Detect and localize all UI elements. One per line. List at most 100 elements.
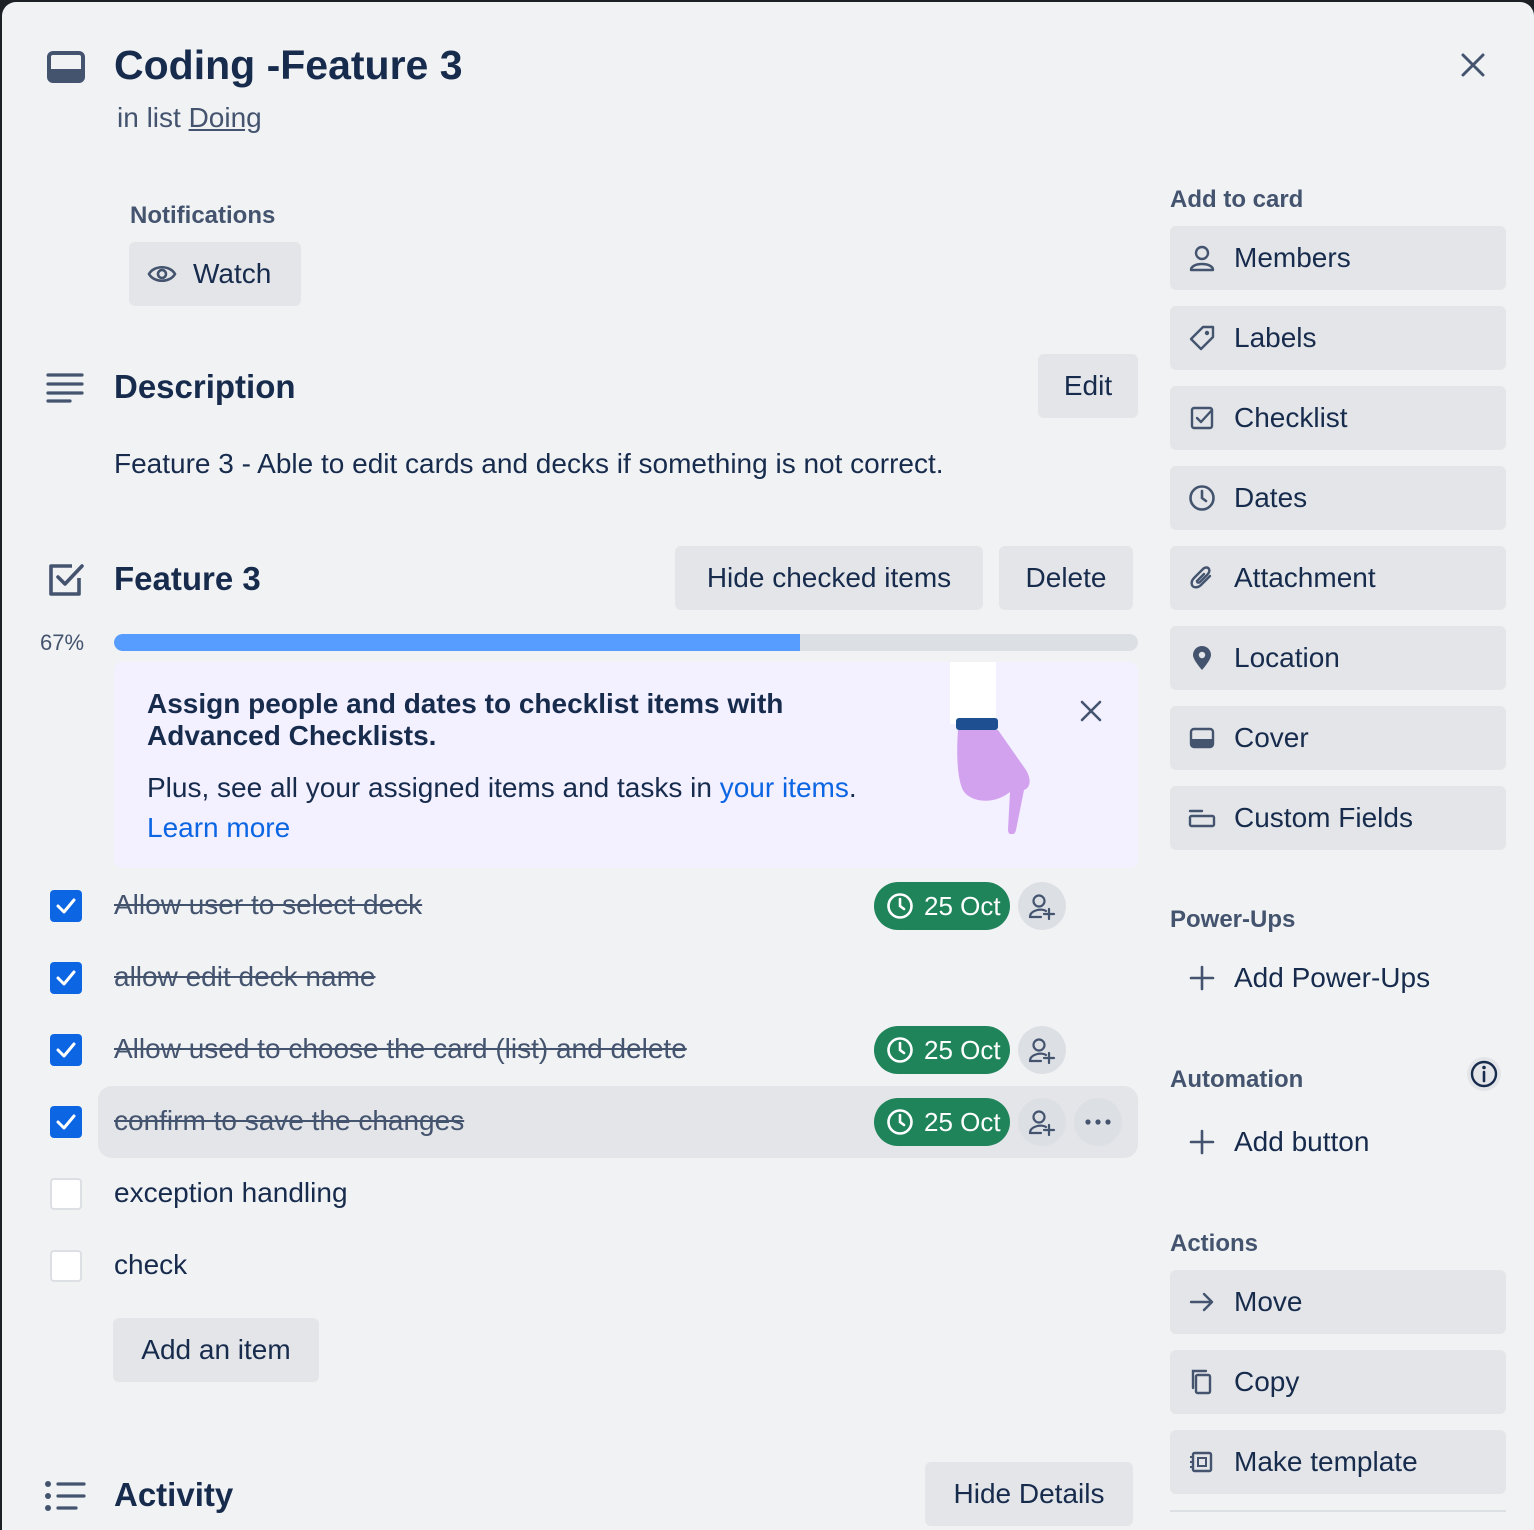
person-icon [1188, 244, 1216, 272]
in-list-prefix: in list [117, 102, 181, 133]
actions-heading: Actions [1170, 1230, 1259, 1257]
add-to-card-button-label: Custom Fields [1234, 802, 1413, 833]
assign-member-button[interactable] [1018, 882, 1066, 930]
checklist-title[interactable]: Feature 3 [114, 560, 261, 598]
progress-percent: 67% [40, 630, 85, 655]
template-icon [1188, 1448, 1216, 1476]
progress-bar [114, 634, 1138, 651]
add-to-card-button-label: Attachment [1234, 562, 1376, 593]
arrow-right-icon [1188, 1288, 1216, 1316]
hide-details-button[interactable]: Hide Details [925, 1462, 1133, 1526]
description-text[interactable]: Feature 3 - Able to edit cards and decks… [114, 448, 944, 480]
checklist-item-checkbox[interactable] [50, 1034, 82, 1066]
due-date-badge[interactable]: 25 Oct [874, 882, 1010, 930]
checklist-item-checkbox[interactable] [50, 962, 82, 994]
item-more-button[interactable] [1074, 1098, 1122, 1146]
card-title[interactable]: Coding -Feature 3 [114, 42, 463, 89]
card-icon [46, 50, 86, 86]
close-promo-icon[interactable] [1080, 700, 1102, 722]
close-button[interactable] [1450, 42, 1496, 88]
checklist-item-text[interactable]: confirm to save the changes [114, 1105, 464, 1137]
checklist-item-checkbox[interactable] [50, 1250, 82, 1282]
copy-icon [1188, 1368, 1216, 1396]
due-date-badge[interactable]: 25 Oct [874, 1026, 1010, 1074]
action-copy-button[interactable]: Copy [1170, 1350, 1506, 1414]
assign-member-button[interactable] [1018, 1098, 1066, 1146]
due-date-text: 25 Oct [924, 891, 1001, 921]
description-icon [46, 372, 84, 404]
plus-icon [1188, 1128, 1216, 1156]
custom-fields-icon [1188, 804, 1216, 832]
checklist-item-text[interactable]: Allow used to choose the card (list) and… [114, 1033, 687, 1065]
info-icon[interactable] [1466, 1056, 1502, 1092]
power-ups-heading: Power-Ups [1170, 906, 1296, 933]
notifications-heading: Notifications [130, 202, 276, 229]
promo-body-prefix: Plus, see all your assigned items and ta… [147, 772, 712, 803]
add-to-card-button-label: Checklist [1234, 402, 1348, 433]
checklist-item-text[interactable]: exception handling [114, 1177, 348, 1209]
hide-checked-items-button[interactable]: Hide checked items [675, 546, 983, 610]
activity-heading: Activity [114, 1476, 234, 1513]
eye-icon [147, 262, 177, 286]
list-breadcrumb: in list Doing [117, 102, 262, 134]
add-to-card-button-label: Labels [1234, 322, 1317, 353]
promo-body: Plus, see all your assigned items and ta… [147, 772, 857, 804]
due-date-text: 25 Oct [924, 1107, 1001, 1137]
automation-heading: Automation [1170, 1066, 1304, 1093]
action-make-template-button[interactable]: Make template [1170, 1430, 1506, 1494]
add-member-icon [1028, 1036, 1056, 1064]
watch-button[interactable]: Watch [129, 242, 301, 306]
learn-more-link[interactable]: Learn more [147, 812, 290, 844]
clock-icon [886, 892, 914, 920]
card-detail-modal: Coding -Feature 3 in list Doing Notifica… [2, 2, 1534, 1530]
add-to-card-cover-button[interactable]: Cover [1170, 706, 1506, 770]
tag-icon [1188, 324, 1216, 352]
add-power-ups-button[interactable]: Add Power-Ups [1170, 946, 1506, 1010]
add-to-card-heading: Add to card [1170, 186, 1304, 213]
checklist-item-text[interactable]: allow edit deck name [114, 961, 375, 993]
action-button-label: Make template [1234, 1446, 1418, 1477]
add-to-card-custom-fields-button[interactable]: Custom Fields [1170, 786, 1506, 850]
action-button-label: Move [1234, 1286, 1303, 1317]
checklist-icon [46, 560, 86, 600]
more-dots-icon [1084, 1118, 1112, 1126]
add-item-button[interactable]: Add an item [113, 1318, 319, 1382]
list-link[interactable]: Doing [189, 102, 262, 133]
add-member-icon [1028, 892, 1056, 920]
checklist-item-text[interactable]: check [114, 1249, 187, 1281]
delete-checklist-button[interactable]: Delete [999, 546, 1133, 610]
add-button-label: Add button [1234, 1126, 1370, 1157]
due-date-badge[interactable]: 25 Oct [874, 1098, 1010, 1146]
your-items-link[interactable]: your items [720, 772, 849, 803]
clock-icon [886, 1108, 914, 1136]
add-automation-button[interactable]: Add button [1170, 1110, 1506, 1174]
add-to-card-members-button[interactable]: Members [1170, 226, 1506, 290]
assign-member-button[interactable] [1018, 1026, 1066, 1074]
sidebar-divider [1170, 1510, 1506, 1512]
add-to-card-button-label: Dates [1234, 482, 1308, 513]
checkbox-icon [1188, 404, 1216, 432]
add-to-card-attachment-button[interactable]: Attachment [1170, 546, 1506, 610]
clock-icon [1188, 484, 1216, 512]
add-to-card-location-button[interactable]: Location [1170, 626, 1506, 690]
clock-icon [886, 1036, 914, 1064]
checklist-item-text[interactable]: Allow user to select deck [114, 889, 422, 921]
add-to-card-dates-button[interactable]: Dates [1170, 466, 1506, 530]
add-member-icon [1028, 1108, 1056, 1136]
add-to-card-checklist-button[interactable]: Checklist [1170, 386, 1506, 450]
edit-description-button[interactable]: Edit [1038, 354, 1138, 418]
checklist-item-checkbox[interactable] [50, 1178, 82, 1210]
add-to-card-button-label: Location [1234, 642, 1340, 673]
add-to-card-labels-button[interactable]: Labels [1170, 306, 1506, 370]
advanced-checklists-promo: Assign people and dates to checklist ite… [114, 662, 1138, 868]
action-move-button[interactable]: Move [1170, 1270, 1506, 1334]
checklist-item-checkbox[interactable] [50, 890, 82, 922]
progress-bar-fill [114, 634, 801, 651]
activity-icon [44, 1480, 86, 1512]
card-cover-icon [1188, 724, 1216, 752]
pointing-hand-illustration [936, 662, 1046, 834]
promo-body-suffix: . [848, 772, 857, 803]
close-icon [1461, 53, 1485, 77]
checklist-item-checkbox[interactable] [50, 1106, 82, 1138]
plus-icon [1188, 964, 1216, 992]
